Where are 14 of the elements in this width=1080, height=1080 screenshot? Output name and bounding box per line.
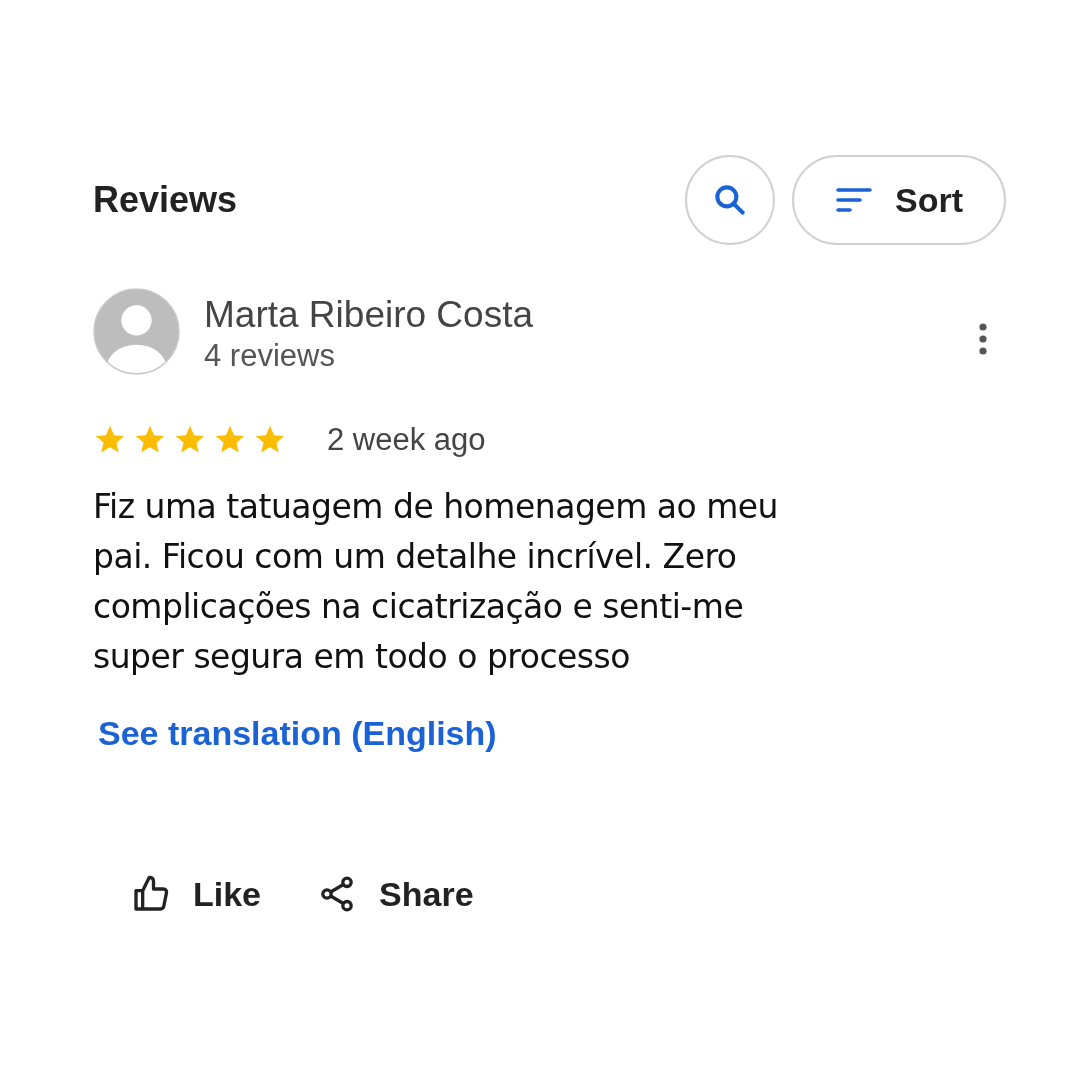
section-title: Reviews xyxy=(93,178,238,222)
translation-link[interactable]: See translation (English) xyxy=(98,707,497,759)
review-count: 4 reviews xyxy=(204,337,336,375)
sort-button[interactable]: Sort xyxy=(792,155,1006,245)
thumbs-up-icon xyxy=(131,874,171,914)
search-button[interactable] xyxy=(685,155,775,245)
like-button[interactable]: Like xyxy=(131,868,262,920)
share-button[interactable]: Share xyxy=(317,868,474,920)
sort-icon xyxy=(835,185,873,215)
reviewer-name[interactable]: Marta Ribeiro Costa xyxy=(204,293,533,337)
more-options-icon[interactable] xyxy=(978,322,988,356)
review-text: Fiz uma tatuagem de homenagem ao meu pai. Ficou com um detalhe incrível. Zero complicações na cicatrização e senti-me super segura em todo o processo xyxy=(93,485,780,678)
review-time: 2 week ago xyxy=(327,421,486,459)
avatar-icon xyxy=(93,288,180,375)
